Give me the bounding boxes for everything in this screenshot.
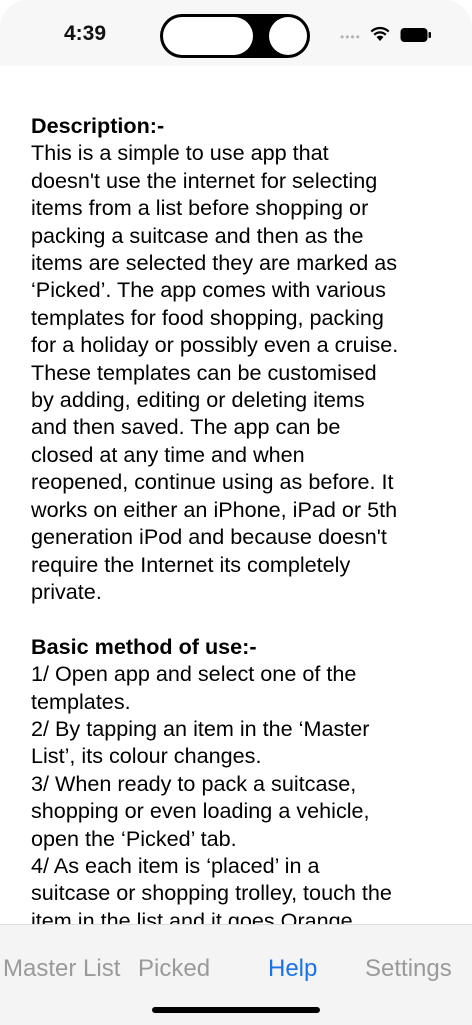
signal-dots-icon: •••• xyxy=(340,30,361,44)
dynamic-island xyxy=(160,14,310,58)
wifi-icon xyxy=(370,26,390,41)
island-pill-right xyxy=(269,17,307,55)
tab-picked[interactable]: Picked xyxy=(138,955,210,983)
method-step-4: 4/ As each item is ‘placed’ in a suitcas… xyxy=(31,852,392,924)
home-indicator[interactable] xyxy=(152,1007,320,1013)
method-step-1: 1/ Open app and select one of the templa… xyxy=(31,661,357,714)
description-text: This is a simple to use app that doesn't… xyxy=(31,140,399,604)
help-content: Description:- This is a simple to use ap… xyxy=(31,112,443,924)
method-step-3: 3/ When ready to pack a suitcase, shoppi… xyxy=(31,770,370,851)
status-time: 4:39 xyxy=(64,22,107,45)
tab-settings[interactable]: Settings xyxy=(365,955,452,983)
method-step-2: 2/ By tapping an item in the ‘Master Lis… xyxy=(31,715,370,769)
tab-help[interactable]: Help xyxy=(268,955,317,983)
island-pill-left xyxy=(163,17,253,55)
tab-master-list[interactable]: Master List xyxy=(3,955,120,983)
description-heading: Description:- xyxy=(31,113,165,138)
status-bar: 4:39 •••• xyxy=(0,0,472,66)
method-heading: Basic method of use:- xyxy=(31,633,257,659)
battery-icon xyxy=(400,28,431,42)
